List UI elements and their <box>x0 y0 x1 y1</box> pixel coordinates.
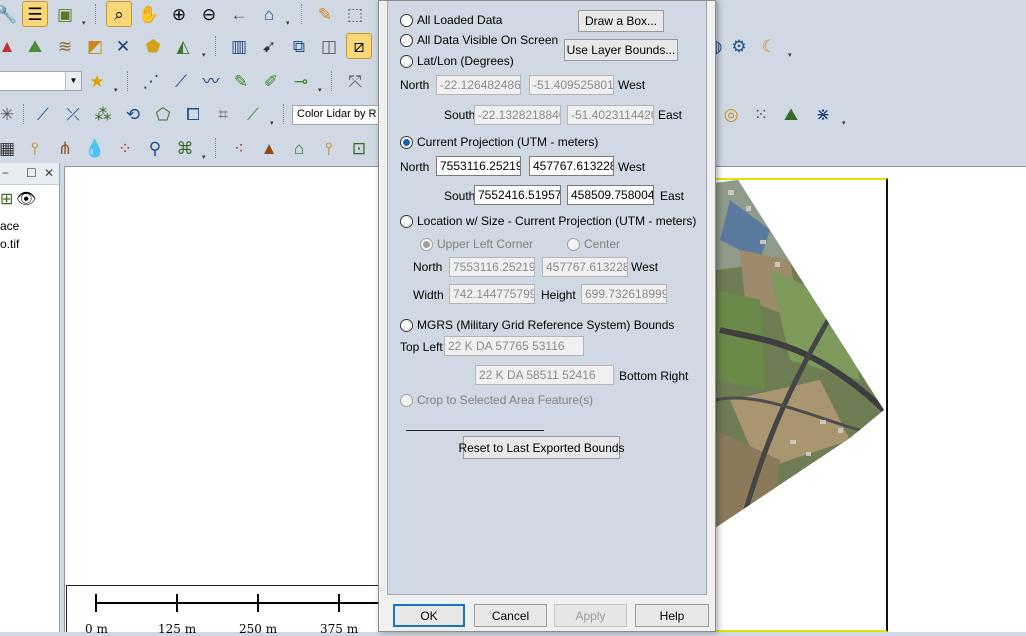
radio-label: Location w/ Size - Current Projection (U… <box>417 214 697 228</box>
radio-circle-selected[interactable] <box>420 237 433 251</box>
radio-circle[interactable] <box>400 318 413 332</box>
radio-circle[interactable] <box>400 33 413 47</box>
west-label: West <box>618 78 646 92</box>
bounds-group: All Loaded Data All Data Visible On Scre… <box>387 1 707 595</box>
reset-bounds-button[interactable]: Reset to Last Exported Bounds <box>458 436 625 459</box>
radio-label: All Loaded Data <box>417 13 503 27</box>
radio-label: MGRS (Military Grid Reference System) Bo… <box>417 318 675 332</box>
separator-line <box>406 430 544 431</box>
center-radio[interactable]: Center <box>567 237 620 251</box>
current-projection-radio[interactable]: Current Projection (UTM - meters) <box>400 135 598 149</box>
radio-label: Upper Left Corner <box>437 237 534 251</box>
scale-tick <box>338 594 340 612</box>
width-label: Width <box>413 288 444 302</box>
north-label: North <box>400 160 430 174</box>
export-bounds-frame <box>713 178 888 632</box>
radio-circle[interactable] <box>400 54 413 68</box>
east-label: East <box>658 108 683 122</box>
scale-tick <box>176 594 178 612</box>
bottom-right-label: Bottom Right <box>619 369 689 383</box>
radio-label: Crop to Selected Area Feature(s) <box>417 393 594 407</box>
location-width-field[interactable]: 742.1447757999 <box>449 284 535 304</box>
upper-left-corner-radio[interactable]: Upper Left Corner <box>420 237 533 251</box>
scale-label: 375 m <box>320 622 359 636</box>
scale-tick <box>257 594 259 612</box>
latlon-radio[interactable]: Lat/Lon (Degrees) <box>400 54 514 68</box>
utm-west-field[interactable]: 457767.6132288 <box>529 156 614 176</box>
utm-south-field[interactable]: 7552416.519576 <box>474 185 561 205</box>
help-button[interactable]: Help <box>635 604 709 627</box>
east-label: East <box>660 189 685 203</box>
top-left-label: Top Left <box>400 340 443 354</box>
mgrs-top-left-field[interactable]: 22 K DA 57765 53116 <box>444 336 584 356</box>
radio-label: Center <box>584 237 621 251</box>
scale-label: 0 m <box>85 622 108 636</box>
radio-circle[interactable] <box>400 214 413 228</box>
radio-circle-selected[interactable] <box>400 135 413 149</box>
all-visible-radio[interactable]: All Data Visible On Screen <box>400 33 558 47</box>
radio-circle[interactable] <box>400 13 413 27</box>
all-loaded-data-radio[interactable]: All Loaded Data <box>400 13 502 27</box>
scale-line <box>95 602 385 604</box>
ok-button[interactable]: OK <box>393 604 465 627</box>
utm-east-field[interactable]: 458509.7580046 <box>567 185 654 205</box>
scale-label: 250 m <box>239 622 278 636</box>
scale-tick <box>95 594 97 612</box>
export-bounds-dialog: All Loaded Data All Data Visible On Scre… <box>378 0 716 632</box>
radio-label: Lat/Lon (Degrees) <box>417 54 514 68</box>
latlon-east-field[interactable]: -51.40231144200 <box>567 105 654 125</box>
radio-label: All Data Visible On Screen <box>417 33 559 47</box>
south-label: South <box>444 108 476 122</box>
latlon-west-field[interactable]: -51.40952580159 <box>529 75 614 95</box>
draw-box-button[interactable]: Draw a Box... <box>578 10 664 32</box>
latlon-north-field[interactable]: -22.12648248683 <box>436 75 521 95</box>
radio-label: Current Projection (UTM - meters) <box>417 135 599 149</box>
location-size-radio[interactable]: Location w/ Size - Current Projection (U… <box>400 214 696 228</box>
radio-circle[interactable] <box>567 237 580 251</box>
apply-button[interactable]: Apply <box>554 604 627 627</box>
use-layer-bounds-button[interactable]: Use Layer Bounds... <box>564 39 678 61</box>
mgrs-radio[interactable]: MGRS (Military Grid Reference System) Bo… <box>400 318 674 332</box>
north-label: North <box>400 78 430 92</box>
utm-north-field[interactable]: 7553116.252195 <box>436 156 521 176</box>
west-label: West <box>631 260 659 274</box>
height-label: Height <box>541 288 576 302</box>
crop-selected-area-radio[interactable]: Crop to Selected Area Feature(s) <box>400 393 593 407</box>
south-label: South <box>444 189 476 203</box>
north-label: North <box>413 260 443 274</box>
cancel-button[interactable]: Cancel <box>474 604 547 627</box>
latlon-south-field[interactable]: -22.13282188463 <box>474 105 561 125</box>
location-north-field[interactable]: 7553116.252195 <box>449 257 535 277</box>
radio-circle[interactable] <box>400 393 413 407</box>
west-label: West <box>618 160 646 174</box>
mgrs-bottom-right-field[interactable]: 22 K DA 58511 52416 <box>475 365 614 385</box>
location-height-field[interactable]: 699.7326189996 <box>581 284 667 304</box>
scale-label: 125 m <box>158 622 197 636</box>
scale-bar: 0 m 125 m 250 m 375 m <box>66 585 385 636</box>
location-west-field[interactable]: 457767.6132288 <box>542 257 628 277</box>
